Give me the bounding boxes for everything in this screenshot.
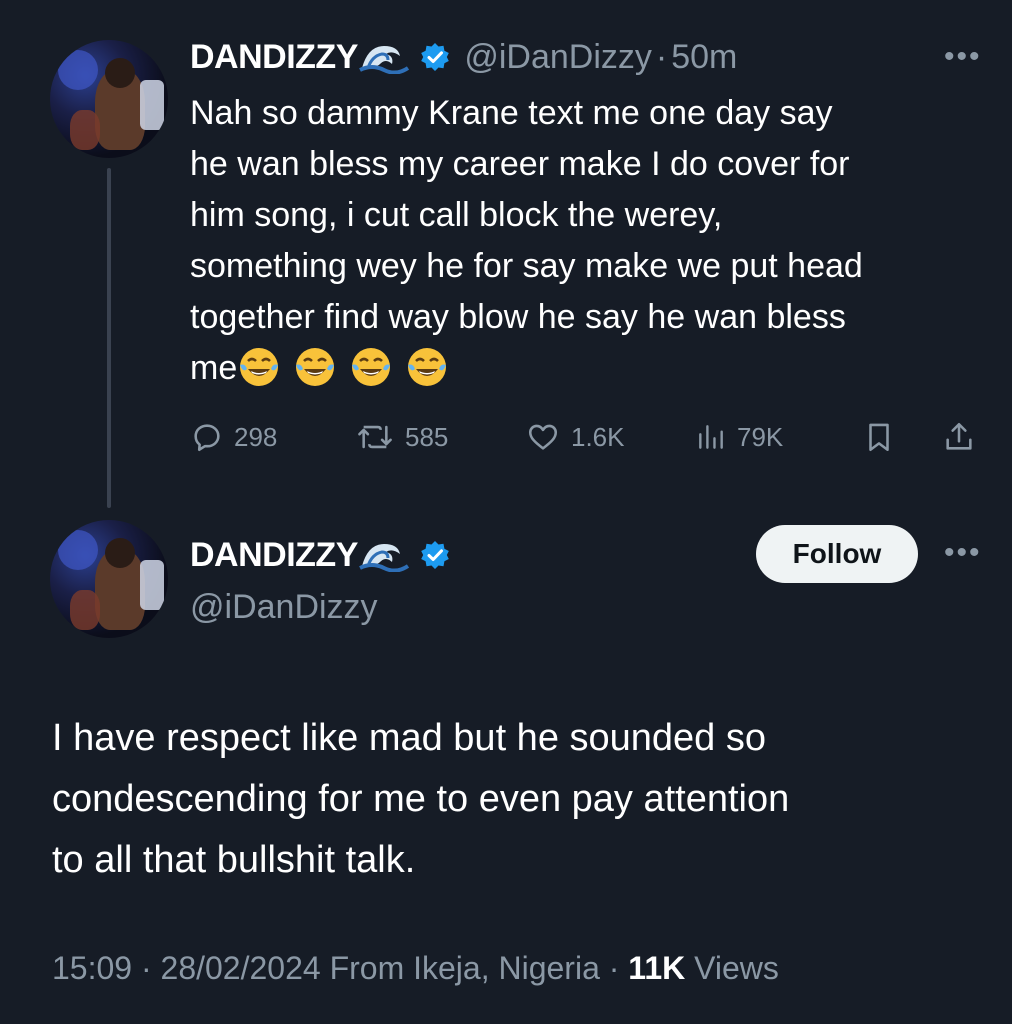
share-button[interactable]: [942, 412, 986, 462]
handle[interactable]: @iDanDizzy: [190, 588, 378, 627]
handle[interactable]: @iDanDizzy: [464, 38, 652, 76]
repost-button[interactable]: 585: [355, 412, 448, 462]
main-tweet-text: I have respect like mad but he sounded s…: [52, 708, 952, 891]
separator-dot: ·: [608, 950, 620, 986]
heart-icon: [528, 424, 558, 450]
separator-dot: ·: [140, 950, 152, 986]
reply-tweet-header: DANDIZZY @iDanDizzy · 50m: [190, 38, 737, 77]
thread-connector-line: [107, 168, 111, 508]
repost-icon: [358, 425, 392, 449]
main-tweet-header: DANDIZZY: [190, 536, 450, 575]
views-count: 11K: [628, 950, 686, 986]
reply-count: 298: [234, 421, 278, 452]
reply-icon: [194, 424, 220, 452]
analytics-icon: [699, 425, 723, 449]
verified-badge-icon: [421, 43, 449, 71]
tears-of-joy-emoji: [296, 348, 335, 386]
text-line: condescending for me to even pay attenti…: [52, 778, 790, 820]
water-wave-icon: [358, 544, 409, 572]
bookmark-button[interactable]: [862, 412, 906, 462]
tweet-meta: 15:09 · 28/02/2024 From Ikeja, Nigeria ·…: [52, 950, 779, 987]
verified-badge-icon: [421, 541, 449, 569]
view-count: 79K: [737, 421, 784, 452]
reply-button[interactable]: 298: [190, 412, 277, 462]
display-name[interactable]: DANDIZZY: [190, 536, 358, 574]
like-count: 1.6K: [571, 421, 625, 452]
tweet-actions-bar: 298 585 1.6K 79K: [190, 412, 980, 462]
repost-count: 585: [405, 421, 449, 452]
more-dots-icon[interactable]: •••: [944, 40, 982, 74]
text-line: together find way blow he say he wan ble…: [190, 298, 846, 336]
post-location: From Ikeja, Nigeria: [329, 950, 600, 986]
post-date[interactable]: 28/02/2024: [161, 950, 321, 986]
water-wave-icon: [358, 46, 409, 74]
bookmark-icon: [869, 423, 889, 452]
post-time[interactable]: 15:09: [52, 950, 132, 986]
text-line: something wey he for say make we put hea…: [190, 247, 863, 285]
like-button[interactable]: 1.6K: [525, 412, 625, 462]
tears-of-joy-emoji: [240, 348, 279, 386]
text-line: him song, i cut call block the werey,: [190, 196, 723, 234]
text-line-last: me: [190, 343, 990, 394]
text-line: to all that bullshit talk.: [52, 839, 416, 881]
share-icon: [946, 422, 972, 450]
text-line: I have respect like mad but he sounded s…: [52, 717, 767, 759]
avatar[interactable]: [50, 520, 168, 638]
text-line: me: [190, 349, 238, 387]
timestamp[interactable]: 50m: [671, 38, 737, 76]
display-name[interactable]: DANDIZZY: [190, 38, 358, 76]
text-line: Nah so dammy Krane text me one day say: [190, 94, 833, 132]
tears-of-joy-emoji: [408, 348, 447, 386]
reply-tweet-text: Nah so dammy Krane text me one day say h…: [190, 88, 990, 394]
follow-button[interactable]: Follow: [756, 525, 918, 583]
more-dots-icon[interactable]: •••: [944, 536, 982, 570]
views-button[interactable]: 79K: [695, 412, 783, 462]
views-label: Views: [694, 950, 779, 986]
avatar[interactable]: [50, 40, 168, 158]
text-line: he wan bless my career make I do cover f…: [190, 145, 850, 183]
emoji-row: [237, 348, 461, 387]
separator-dot: ·: [655, 38, 668, 76]
tears-of-joy-emoji: [352, 348, 391, 386]
